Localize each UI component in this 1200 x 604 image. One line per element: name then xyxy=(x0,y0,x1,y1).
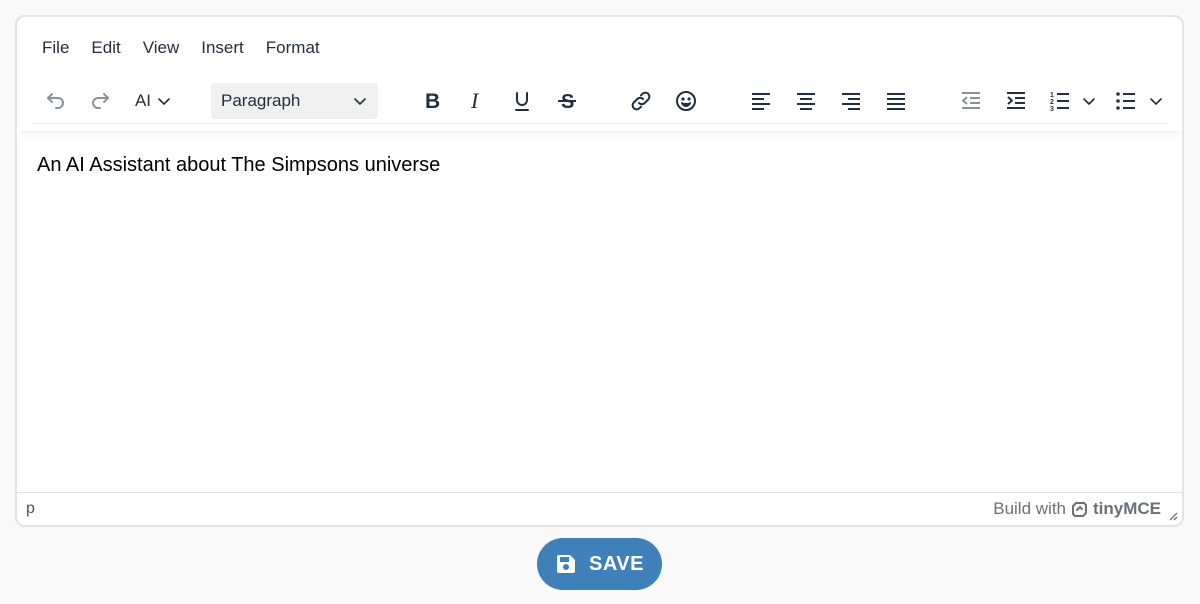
italic-icon: I xyxy=(470,89,480,113)
align-center-button[interactable] xyxy=(789,83,823,119)
editor-content[interactable]: An AI Assistant about The Simpsons unive… xyxy=(37,154,440,177)
svg-text:2: 2 xyxy=(1050,99,1054,106)
underline-button[interactable] xyxy=(505,83,539,119)
undo-button[interactable] xyxy=(39,83,73,119)
numbered-list-button[interactable]: 1 2 3 xyxy=(1043,83,1077,119)
outdent-icon xyxy=(962,92,980,109)
tinymce-logo-icon xyxy=(1072,501,1087,517)
align-left-button[interactable] xyxy=(744,83,778,119)
svg-text:1: 1 xyxy=(1050,92,1054,99)
link-icon xyxy=(631,91,651,111)
strikethrough-button[interactable]: S xyxy=(550,83,584,119)
undo-icon xyxy=(47,93,64,109)
statusbar: p Build with tinyMCE xyxy=(17,492,1182,525)
menu-format[interactable]: Format xyxy=(255,34,331,62)
svg-text:I: I xyxy=(470,89,480,113)
ai-menu-button[interactable]: AI xyxy=(129,83,177,119)
chevron-down-icon xyxy=(354,98,366,105)
chevron-down-icon xyxy=(158,98,170,105)
emoji-button[interactable] xyxy=(669,83,703,119)
menubar: File Edit View Insert Format xyxy=(31,34,331,62)
block-format-value: Paragraph xyxy=(221,91,301,110)
bold-button[interactable]: B xyxy=(415,83,449,119)
numbered-list-options-button[interactable] xyxy=(1079,83,1099,119)
indent-icon xyxy=(1007,92,1025,109)
emoji-icon xyxy=(676,91,696,111)
indent-button[interactable] xyxy=(999,83,1033,119)
numbered-list-icon: 1 2 3 xyxy=(1050,92,1069,113)
bold-icon: B xyxy=(425,90,440,113)
save-button[interactable]: SAVE xyxy=(537,538,662,590)
toolbar: AI Paragraph B I 1 2 3 xyxy=(17,79,1182,124)
strikethrough-icon: S xyxy=(558,91,576,113)
align-justify-icon xyxy=(887,93,905,110)
branding-prefix: Build with xyxy=(993,499,1066,518)
bullet-list-options-button[interactable] xyxy=(1146,83,1166,119)
branding-logo-text: tinyMCE xyxy=(1093,499,1161,518)
toolbar-divider xyxy=(31,123,1168,124)
menu-view[interactable]: View xyxy=(132,34,191,62)
svg-text:B: B xyxy=(425,90,440,113)
outdent-button[interactable] xyxy=(954,83,988,119)
align-center-icon xyxy=(797,93,815,110)
element-path[interactable]: p xyxy=(26,500,35,518)
align-justify-button[interactable] xyxy=(879,83,913,119)
bullet-list-button[interactable] xyxy=(1109,83,1143,119)
resize-handle-icon[interactable] xyxy=(1166,509,1178,521)
redo-button[interactable] xyxy=(83,83,117,119)
svg-text:3: 3 xyxy=(1050,106,1054,113)
save-button-label: SAVE xyxy=(589,552,644,575)
align-right-icon xyxy=(842,93,860,110)
menu-insert[interactable]: Insert xyxy=(190,34,255,62)
editor-header: File Edit View Insert Format AI Paragrap… xyxy=(17,17,1182,131)
branding-link[interactable]: Build with tinyMCE xyxy=(993,499,1161,519)
bullet-list-icon xyxy=(1116,92,1135,110)
menu-file[interactable]: File xyxy=(31,34,80,62)
underline-icon xyxy=(515,92,529,111)
chevron-down-icon xyxy=(1083,98,1095,105)
align-right-button[interactable] xyxy=(834,83,868,119)
redo-icon xyxy=(92,93,109,109)
ai-label: AI xyxy=(134,91,152,110)
rich-text-editor: File Edit View Insert Format AI Paragrap… xyxy=(15,15,1184,527)
menu-edit[interactable]: Edit xyxy=(80,34,131,62)
chevron-down-icon xyxy=(1150,98,1162,105)
align-left-icon xyxy=(752,93,770,110)
link-button[interactable] xyxy=(624,83,658,119)
block-format-select[interactable]: Paragraph xyxy=(211,83,378,119)
floppy-disk-icon xyxy=(557,555,575,573)
italic-button[interactable]: I xyxy=(460,83,494,119)
